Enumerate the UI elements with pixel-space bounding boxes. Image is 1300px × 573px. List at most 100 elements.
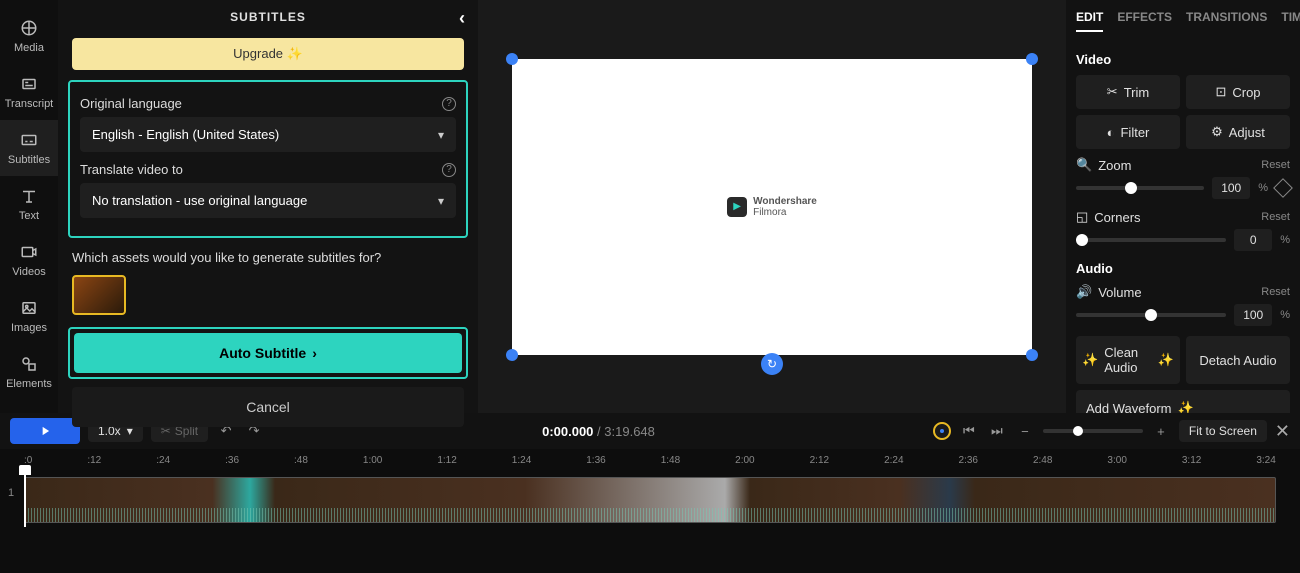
corners-value[interactable]: 0 bbox=[1234, 229, 1272, 251]
playhead[interactable] bbox=[24, 473, 26, 527]
tab-edit[interactable]: EDIT bbox=[1076, 10, 1103, 32]
nav-label: Text bbox=[19, 210, 39, 222]
keyframe-icon[interactable] bbox=[1273, 178, 1293, 198]
assets-question: Which assets would you like to generate … bbox=[72, 250, 464, 265]
volume-value[interactable]: 100 bbox=[1234, 304, 1272, 326]
resize-handle-tl[interactable] bbox=[506, 53, 518, 65]
trim-icon: ✂ bbox=[1107, 84, 1118, 100]
nav-label: Elements bbox=[6, 378, 52, 390]
nav-videos[interactable]: Videos bbox=[0, 232, 58, 288]
filter-button[interactable]: ◐Filter bbox=[1076, 115, 1180, 149]
refresh-icon[interactable]: ↻ bbox=[761, 353, 783, 375]
watermark-brand: Wondershare bbox=[753, 196, 817, 207]
orig-language-dropdown[interactable]: English - English (United States) ▾ bbox=[80, 117, 456, 152]
volume-label: Volume bbox=[1098, 285, 1141, 300]
tab-timing[interactable]: TIMING bbox=[1281, 10, 1300, 32]
images-icon bbox=[18, 298, 40, 318]
videos-icon bbox=[18, 242, 40, 262]
nav-transcript[interactable]: Transcript bbox=[0, 64, 58, 120]
ruler-tick: :24 bbox=[156, 455, 170, 467]
nav-rail: Media Transcript Subtitles Text Videos I… bbox=[0, 0, 58, 413]
corners-reset[interactable]: Reset bbox=[1261, 211, 1290, 223]
next-clip-button[interactable]: ⏭ bbox=[987, 421, 1007, 441]
elements-icon bbox=[18, 354, 40, 374]
asset-thumbnail[interactable] bbox=[72, 275, 126, 315]
help-icon[interactable]: ? bbox=[442, 163, 456, 177]
right-tabs: EDIT EFFECTS TRANSITIONS TIMING bbox=[1076, 0, 1290, 42]
ruler-tick: :48 bbox=[294, 455, 308, 467]
adjust-button[interactable]: ⚙Adjust bbox=[1186, 115, 1290, 149]
chevron-down-icon: ▾ bbox=[438, 194, 444, 208]
nav-label: Transcript bbox=[5, 98, 54, 110]
trim-button[interactable]: ✂Trim bbox=[1076, 75, 1180, 109]
zoom-value[interactable]: 100 bbox=[1212, 177, 1250, 199]
resize-handle-br[interactable] bbox=[1026, 349, 1038, 361]
preview-canvas[interactable]: ▶ Wondershare Filmora bbox=[512, 59, 1032, 355]
watermark-logo-icon: ▶ bbox=[727, 197, 747, 217]
transcript-icon bbox=[18, 74, 40, 94]
nav-media[interactable]: Media bbox=[0, 8, 58, 64]
marker-button[interactable] bbox=[933, 422, 951, 440]
resize-handle-bl[interactable] bbox=[506, 349, 518, 361]
nav-label: Media bbox=[14, 42, 44, 54]
video-section-title: Video bbox=[1076, 52, 1290, 67]
nav-text[interactable]: Text bbox=[0, 176, 58, 232]
zoom-reset[interactable]: Reset bbox=[1261, 159, 1290, 171]
timeline-zoom-slider[interactable] bbox=[1043, 429, 1143, 433]
zoom-slider[interactable] bbox=[1076, 186, 1204, 190]
tab-effects[interactable]: EFFECTS bbox=[1117, 10, 1172, 32]
volume-reset[interactable]: Reset bbox=[1261, 286, 1290, 298]
corners-slider[interactable] bbox=[1076, 238, 1226, 242]
translate-dropdown[interactable]: No translation - use original language ▾ bbox=[80, 183, 456, 218]
nav-elements[interactable]: Elements bbox=[0, 344, 58, 400]
volume-slider[interactable] bbox=[1076, 313, 1226, 317]
video-clip[interactable] bbox=[24, 477, 1276, 523]
ruler-tick: 3:00 bbox=[1107, 455, 1126, 467]
filter-icon: ◐ bbox=[1107, 125, 1115, 140]
clean-audio-button[interactable]: ✨Clean Audio✨ bbox=[1076, 336, 1180, 384]
media-icon bbox=[18, 18, 40, 38]
detach-audio-button[interactable]: Detach Audio bbox=[1186, 336, 1290, 384]
duration: 3:19.648 bbox=[604, 424, 655, 439]
ruler-tick: 3:24 bbox=[1256, 455, 1275, 467]
pct-label: % bbox=[1258, 182, 1268, 194]
zoom-out-button[interactable]: − bbox=[1015, 421, 1035, 441]
language-section: Original language ? English - English (U… bbox=[68, 80, 468, 238]
back-arrow-icon[interactable]: ‹ bbox=[459, 8, 466, 29]
nav-images[interactable]: Images bbox=[0, 288, 58, 344]
ruler-tick: :12 bbox=[87, 455, 101, 467]
sparkle-icon: ✨ bbox=[287, 46, 303, 61]
preview-area: ▶ Wondershare Filmora ↻ bbox=[478, 0, 1066, 413]
zoom-in-button[interactable]: + bbox=[1151, 421, 1171, 441]
cancel-button[interactable]: Cancel bbox=[72, 387, 464, 427]
ruler-tick: 3:12 bbox=[1182, 455, 1201, 467]
nav-label: Videos bbox=[12, 266, 45, 278]
add-waveform-button[interactable]: Add Waveform✨ bbox=[1076, 390, 1290, 413]
close-timeline-button[interactable]: ✕ bbox=[1275, 421, 1290, 442]
timeline-ruler[interactable]: :0 :12 :24 :36 :48 1:00 1:12 1:24 1:36 1… bbox=[0, 449, 1300, 473]
volume-icon: 🔊 bbox=[1076, 284, 1092, 300]
audio-waveform bbox=[25, 508, 1275, 522]
zoom-label: Zoom bbox=[1098, 158, 1131, 173]
ruler-tick: :36 bbox=[225, 455, 239, 467]
resize-handle-tr[interactable] bbox=[1026, 53, 1038, 65]
sparkle-icon: ✨ bbox=[1158, 352, 1174, 368]
audio-section-title: Audio bbox=[1076, 261, 1290, 276]
help-icon[interactable]: ? bbox=[442, 97, 456, 111]
prev-clip-button[interactable]: ⏮ bbox=[959, 421, 979, 441]
fit-screen-button[interactable]: Fit to Screen bbox=[1179, 420, 1267, 442]
play-button[interactable] bbox=[10, 418, 80, 444]
adjust-icon: ⚙ bbox=[1211, 124, 1223, 140]
subtitles-icon bbox=[18, 130, 40, 150]
nav-subtitles[interactable]: Subtitles bbox=[0, 120, 58, 176]
crop-icon: ⊡ bbox=[1215, 84, 1226, 100]
auto-subtitle-button[interactable]: Auto Subtitle › bbox=[74, 333, 462, 373]
translate-label: Translate video to ? bbox=[80, 162, 456, 177]
clean-audio-icon: ✨ bbox=[1082, 352, 1098, 368]
pct-label: % bbox=[1280, 234, 1290, 246]
crop-button[interactable]: ⊡Crop bbox=[1186, 75, 1290, 109]
tab-transitions[interactable]: TRANSITIONS bbox=[1186, 10, 1267, 32]
ruler-tick: 1:12 bbox=[437, 455, 456, 467]
upgrade-banner[interactable]: Upgrade ✨ bbox=[72, 38, 464, 70]
pct-label: % bbox=[1280, 309, 1290, 321]
